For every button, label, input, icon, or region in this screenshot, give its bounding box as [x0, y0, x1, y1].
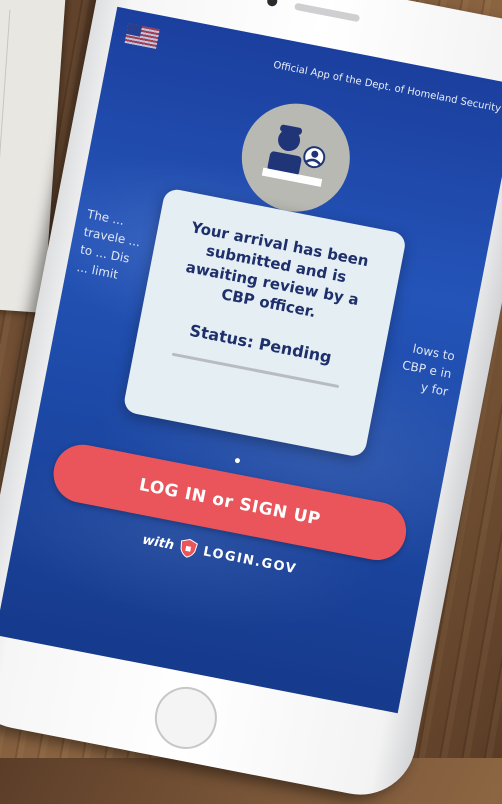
with-label: with — [141, 532, 176, 553]
status-dialog: Your arrival has been submitted and is a… — [122, 187, 408, 459]
login-gov-shield-icon — [180, 539, 199, 558]
arrival-submitted-message: Your arrival has been submitted and is a… — [184, 218, 371, 322]
earpiece-speaker — [294, 2, 361, 23]
us-flag-icon — [124, 23, 160, 49]
app-screen: Official App of the Dept. of Homeland Se… — [0, 6, 502, 714]
home-button[interactable] — [149, 681, 223, 755]
page-indicator-dot[interactable] — [234, 457, 241, 464]
intro-text-right: lows to CBP e in y for — [401, 341, 457, 399]
smartphone: Official App of the Dept. of Homeland Se… — [0, 0, 502, 804]
cbp-officer-emblem-icon — [232, 94, 360, 221]
login-gov-label: LOGIN.GOV — [201, 543, 299, 577]
front-camera — [266, 0, 279, 8]
intro-text-left: The ... travele ... to ... Dis ... limit — [75, 207, 142, 282]
